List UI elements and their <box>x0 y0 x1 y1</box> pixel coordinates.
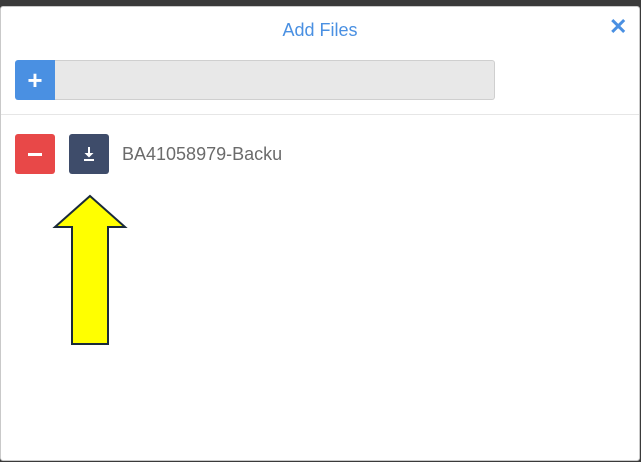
file-list-item: BA41058979-Backu <box>15 134 282 174</box>
file-input[interactable] <box>55 60 495 100</box>
annotation-arrow <box>52 194 128 345</box>
plus-icon: + <box>27 65 43 95</box>
download-button[interactable] <box>69 134 109 174</box>
minus-icon <box>28 152 42 156</box>
close-button[interactable]: ✕ <box>609 16 627 38</box>
divider <box>1 114 639 115</box>
remove-file-button[interactable] <box>15 134 55 174</box>
close-icon: ✕ <box>609 14 628 39</box>
add-file-row: + <box>15 60 495 100</box>
dialog-title: Add Files <box>282 20 358 40</box>
file-name: BA41058979-Backu <box>122 144 283 164</box>
add-file-button[interactable]: + <box>15 60 55 100</box>
download-icon <box>84 147 94 161</box>
